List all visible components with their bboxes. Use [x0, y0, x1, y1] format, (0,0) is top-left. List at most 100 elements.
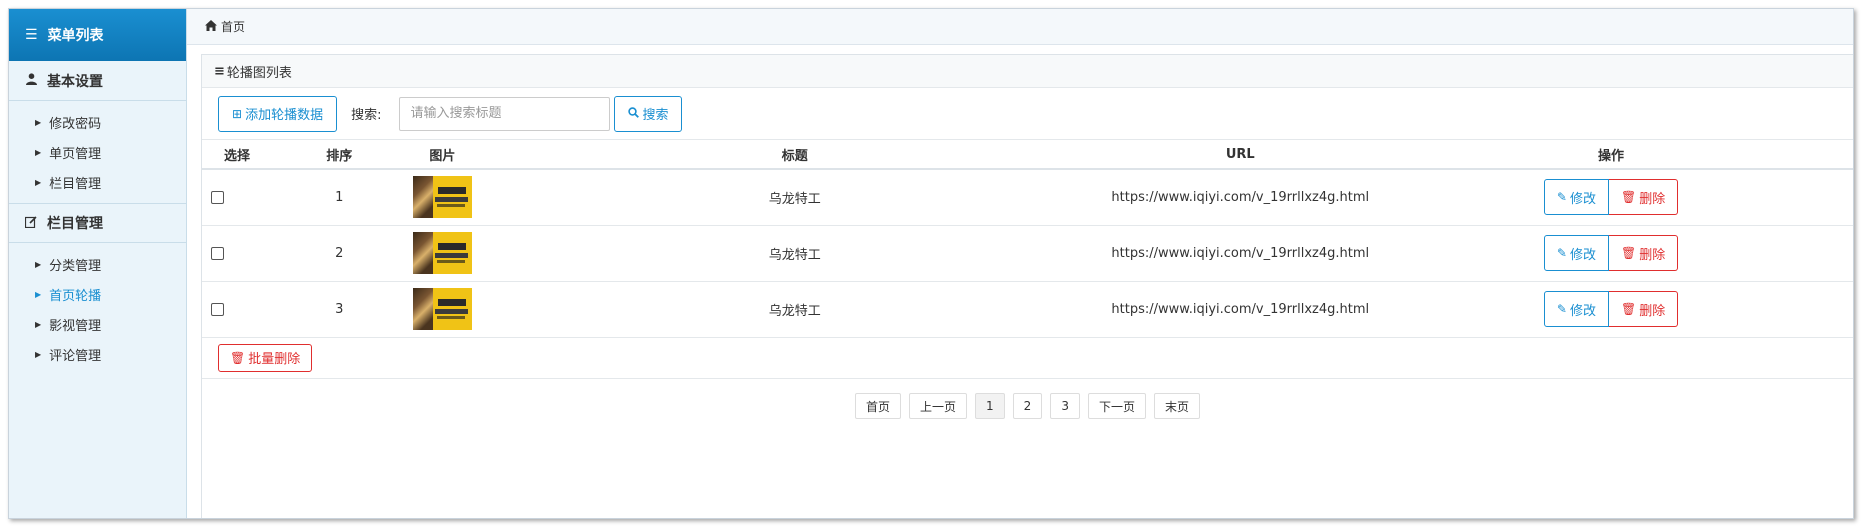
row-title: 乌龙特工	[478, 169, 1112, 226]
sidebar-header-title: 菜单列表	[47, 28, 104, 44]
carousel-table: 选择 排序 图片 标题 URL 操作 1 乌龙特工 https://www.iq…	[202, 140, 1853, 338]
trash-icon: 🗑	[230, 350, 246, 365]
caret-right-icon: ▶	[35, 289, 42, 299]
page-number-button[interactable]: 2	[1012, 393, 1043, 419]
sidebar-section-label: 栏目管理	[47, 216, 103, 232]
delete-label: 删除	[1639, 191, 1666, 207]
sidebar-item-single-page[interactable]: ▶ 单页管理	[9, 137, 186, 167]
row-order: 1	[271, 169, 407, 226]
page-last-button[interactable]: 末页	[1153, 393, 1200, 419]
sidebar-section-items: ▶ 分类管理 ▶ 首页轮播 ▶ 影视管理 ▶ 评论管理	[9, 243, 186, 375]
row-url: https://www.iqiyi.com/v_19rrllxz4g.html	[1111, 225, 1370, 282]
table-row: 2 乌龙特工 https://www.iqiyi.com/v_19rrllxz4…	[202, 225, 1853, 282]
page-number-button[interactable]: 3	[1050, 393, 1080, 419]
row-title: 乌龙特工	[478, 225, 1112, 282]
edit-button[interactable]: ✎ 修改	[1543, 179, 1609, 216]
add-carousel-label: 添加轮播数据	[245, 108, 324, 123]
delete-label: 删除	[1639, 303, 1666, 319]
batch-delete-button[interactable]: 🗑 批量删除	[218, 343, 313, 372]
panel-header: ≡ 轮播图列表	[202, 55, 1853, 88]
app-window: ☰ 菜单列表 基本设置 ▶ 修改密码 ▶ 单页管理 ▶ 栏目管理 栏目管理 ▶ …	[8, 8, 1854, 519]
search-input[interactable]	[399, 96, 611, 131]
row-checkbox[interactable]	[211, 190, 224, 204]
sidebar-item-label: 影视管理	[49, 318, 102, 334]
edit-icon	[24, 215, 37, 231]
pagination: 首页 上一页 1 2 3 下一页 末页	[202, 393, 1853, 419]
caret-right-icon: ▶	[35, 147, 42, 157]
row-actions: ✎ 修改 🗑 删除	[1543, 179, 1679, 216]
col-header-image: 图片	[406, 140, 479, 170]
panel-title: 轮播图列表	[226, 65, 292, 81]
caret-right-icon: ▶	[35, 349, 42, 359]
carousel-list-panel: ≡ 轮播图列表 ⊞ 添加轮播数据 搜索: 搜索	[201, 54, 1853, 518]
col-header-ops: 操作	[1369, 140, 1853, 170]
search-button[interactable]: 搜索	[614, 95, 683, 132]
sidebar-section-label: 基本设置	[47, 73, 103, 90]
breadcrumb-home-link[interactable]: 首页	[221, 18, 245, 35]
carousel-thumbnail	[412, 232, 472, 274]
page-number-button[interactable]: 1	[975, 393, 1005, 419]
row-checkbox[interactable]	[211, 246, 224, 260]
user-icon	[25, 73, 37, 88]
sidebar-item-label: 栏目管理	[49, 176, 102, 192]
sidebar-item-label: 单页管理	[49, 146, 102, 162]
trash-icon: 🗑	[1620, 190, 1637, 205]
home-icon	[205, 19, 217, 34]
table-row: 3 乌龙特工 https://www.iqiyi.com/v_19rrllxz4…	[202, 281, 1853, 338]
row-url: https://www.iqiyi.com/v_19rrllxz4g.html	[1111, 281, 1370, 338]
col-header-select: 选择	[202, 140, 272, 170]
caret-right-icon: ▶	[35, 259, 42, 269]
trash-icon: 🗑	[1620, 302, 1637, 316]
sidebar-item-column-manage[interactable]: ▶ 栏目管理	[9, 167, 186, 197]
page-first-button[interactable]: 首页	[855, 393, 902, 419]
row-url: https://www.iqiyi.com/v_19rrllxz4g.html	[1111, 169, 1370, 226]
row-checkbox[interactable]	[211, 302, 224, 316]
batch-actions-row: 🗑 批量删除	[202, 338, 1853, 379]
caret-right-icon: ▶	[35, 117, 42, 127]
list-icon: ≡	[214, 63, 225, 79]
table-header-row: 选择 排序 图片 标题 URL 操作	[202, 140, 1853, 170]
sidebar-item-home-carousel[interactable]: ▶ 首页轮播	[9, 279, 186, 309]
breadcrumb: 首页	[187, 9, 1853, 45]
row-title: 乌龙特工	[478, 281, 1112, 338]
sidebar-section-basic-settings[interactable]: 基本设置	[9, 61, 186, 101]
edit-button[interactable]: ✎ 修改	[1543, 235, 1609, 271]
sidebar-item-label: 评论管理	[49, 348, 102, 364]
sidebar: ☰ 菜单列表 基本设置 ▶ 修改密码 ▶ 单页管理 ▶ 栏目管理 栏目管理 ▶ …	[9, 9, 187, 518]
page-next-button[interactable]: 下一页	[1087, 393, 1146, 419]
menu-list-icon: ☰	[25, 27, 38, 43]
sidebar-section-column-manage[interactable]: 栏目管理	[9, 203, 186, 243]
col-header-order: 排序	[271, 140, 407, 170]
row-order: 3	[271, 281, 407, 338]
edit-label: 修改	[1569, 191, 1596, 207]
search-label: 搜索:	[351, 108, 382, 123]
plus-square-icon: ⊞	[232, 106, 243, 121]
edit-button[interactable]: ✎ 修改	[1543, 291, 1609, 327]
sidebar-item-movie-manage[interactable]: ▶ 影视管理	[9, 309, 186, 339]
sidebar-item-comment-manage[interactable]: ▶ 评论管理	[9, 339, 186, 369]
trash-icon: 🗑	[1620, 246, 1637, 260]
search-button-label: 搜索	[642, 108, 669, 123]
carousel-thumbnail	[412, 176, 472, 219]
edit-label: 修改	[1569, 247, 1596, 263]
sidebar-item-change-password[interactable]: ▶ 修改密码	[9, 107, 186, 137]
sidebar-section-items: ▶ 修改密码 ▶ 单页管理 ▶ 栏目管理	[9, 101, 186, 203]
delete-label: 删除	[1639, 247, 1666, 263]
caret-right-icon: ▶	[35, 177, 42, 187]
delete-button[interactable]: 🗑 删除	[1608, 235, 1679, 271]
sidebar-item-category-manage[interactable]: ▶ 分类管理	[9, 249, 186, 279]
row-actions: ✎ 修改 🗑 删除	[1543, 291, 1679, 327]
table-row: 1 乌龙特工 https://www.iqiyi.com/v_19rrllxz4…	[202, 169, 1853, 226]
col-header-title: 标题	[478, 140, 1112, 170]
add-carousel-button[interactable]: ⊞ 添加轮播数据	[218, 95, 338, 132]
edit-label: 修改	[1569, 303, 1596, 319]
delete-button[interactable]: 🗑 删除	[1608, 291, 1679, 327]
toolbar: ⊞ 添加轮播数据 搜索: 搜索	[202, 88, 1853, 140]
search-icon	[628, 106, 640, 121]
row-actions: ✎ 修改 🗑 删除	[1543, 235, 1679, 271]
page-prev-button[interactable]: 上一页	[909, 393, 968, 419]
delete-button[interactable]: 🗑 删除	[1608, 179, 1679, 216]
batch-delete-label: 批量删除	[248, 352, 301, 367]
main-content: 首页 ≡ 轮播图列表 ⊞ 添加轮播数据 搜索: 搜索	[187, 9, 1853, 518]
sidebar-item-label: 首页轮播	[49, 288, 102, 304]
